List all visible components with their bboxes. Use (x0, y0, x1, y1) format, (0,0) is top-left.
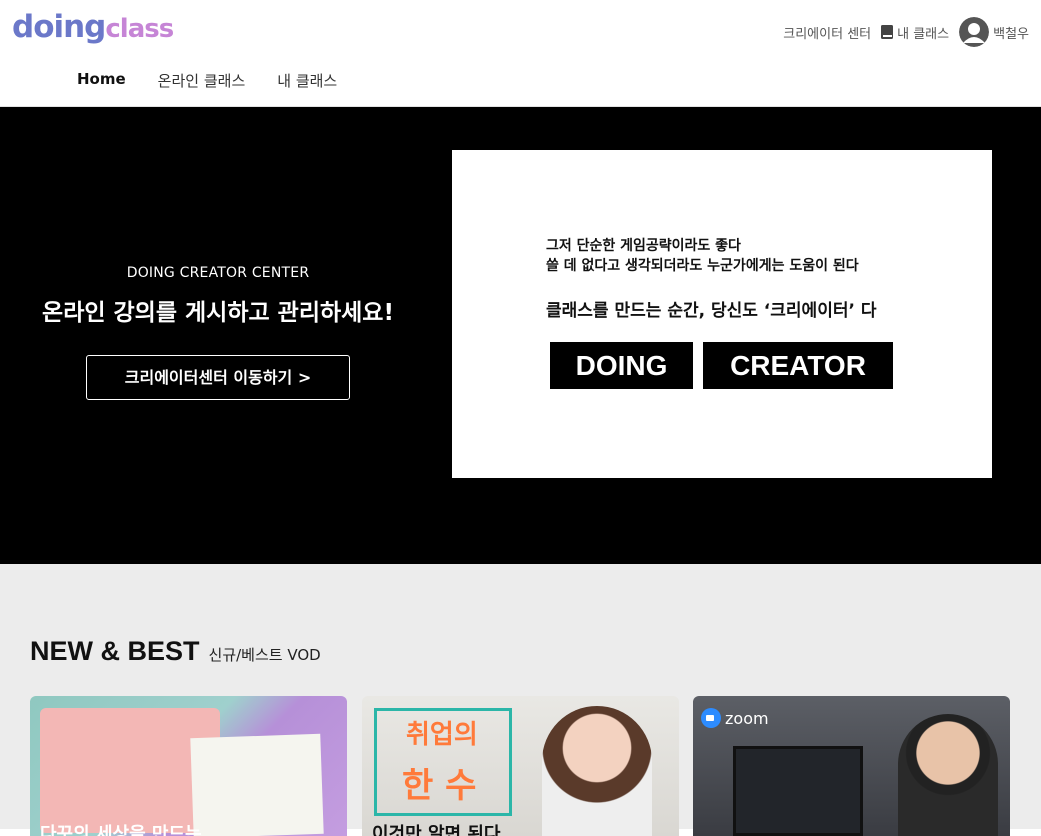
banner-line-2: 쓸 데 없다고 생각되더라도 누군가에게는 도움이 된다 (546, 258, 859, 274)
banner-text: 그저 단순한 게임공략이라도 좋다 쓸 데 없다고 생각되더라도 누군가에게는 … (546, 236, 859, 276)
card-image-text: 한 수 (402, 766, 477, 806)
section-title: NEW & BEST 신규/베스트 VOD (30, 636, 321, 667)
logo-doing: doing (12, 9, 106, 45)
card-caption: 다꾸의 세상을 만드는 (40, 824, 202, 836)
tab-online-class[interactable]: 온라인 클래스 (158, 70, 246, 91)
creator-center-link[interactable]: 크리에이터 센터 (783, 23, 871, 42)
hero-section: DOING CREATOR CENTER 온라인 강의를 게시하고 관리하세요!… (0, 107, 1041, 564)
vod-card[interactable]: 다꾸의 세상을 만드는 (30, 696, 347, 836)
site-header: doing class 크리에이터 센터 내 클래스 백철우 Home 온라인 … (0, 0, 1041, 107)
banner-line-1: 그저 단순한 게임공략이라도 좋다 (546, 238, 741, 254)
section-heading: NEW & BEST (30, 636, 200, 666)
zoom-camera-icon (701, 708, 721, 728)
camera-screen-image (733, 746, 863, 836)
avatar-icon (959, 17, 990, 47)
doingclass-logo[interactable]: doing class (12, 9, 174, 49)
section-subheading: 신규/베스트 VOD (208, 646, 321, 664)
banner-line-3: 클래스를 만드는 순간, 당신도 ‘크리에이터’ 다 (546, 301, 877, 321)
user-menu[interactable]: 백철우 (959, 17, 1029, 47)
instructor-photo (542, 706, 652, 836)
hero-text: DOING CREATOR CENTER 온라인 강의를 게시하고 관리하세요!… (20, 265, 416, 400)
my-class-link[interactable]: 내 클래스 (881, 23, 949, 42)
zoom-logo-text: zoom (725, 708, 769, 728)
card-caption: 이것만 알면 된다 (372, 824, 501, 836)
creator-center-button[interactable]: 크리에이터센터 이동하기 > (86, 355, 350, 400)
logo-class: class (105, 14, 174, 44)
vod-card[interactable]: 취업의 한 수 이것만 알면 된다 (362, 696, 679, 836)
banner-doing-box: DOING (550, 342, 693, 389)
banner-creator-box: CREATOR (703, 342, 893, 389)
main-nav: Home 온라인 클래스 내 클래스 (77, 70, 337, 91)
book-icon (881, 25, 894, 39)
hero-title: 온라인 강의를 게시하고 관리하세요! (42, 300, 394, 326)
card-image-text: 취업의 (406, 720, 478, 750)
creator-center-label: 크리에이터 센터 (783, 26, 872, 42)
vod-card[interactable]: zoom (693, 696, 1010, 836)
hero-banner[interactable]: 그저 단순한 게임공략이라도 좋다 쓸 데 없다고 생각되더라도 누군가에게는 … (452, 150, 992, 478)
new-best-section: NEW & BEST 신규/베스트 VOD 다꾸의 세상을 만드는 취업의 한 … (0, 564, 1041, 836)
top-links: 크리에이터 센터 내 클래스 백철우 (783, 16, 1029, 48)
paper-image (190, 733, 324, 836)
hero-kicker: DOING CREATOR CENTER (126, 265, 310, 281)
my-class-label: 내 클래스 (897, 26, 950, 42)
instructor-photo (898, 714, 998, 836)
tab-my-class[interactable]: 내 클래스 (277, 70, 337, 91)
tab-home[interactable]: Home (77, 70, 126, 91)
zoom-logo: zoom (701, 708, 769, 728)
username: 백철우 (993, 26, 1029, 42)
